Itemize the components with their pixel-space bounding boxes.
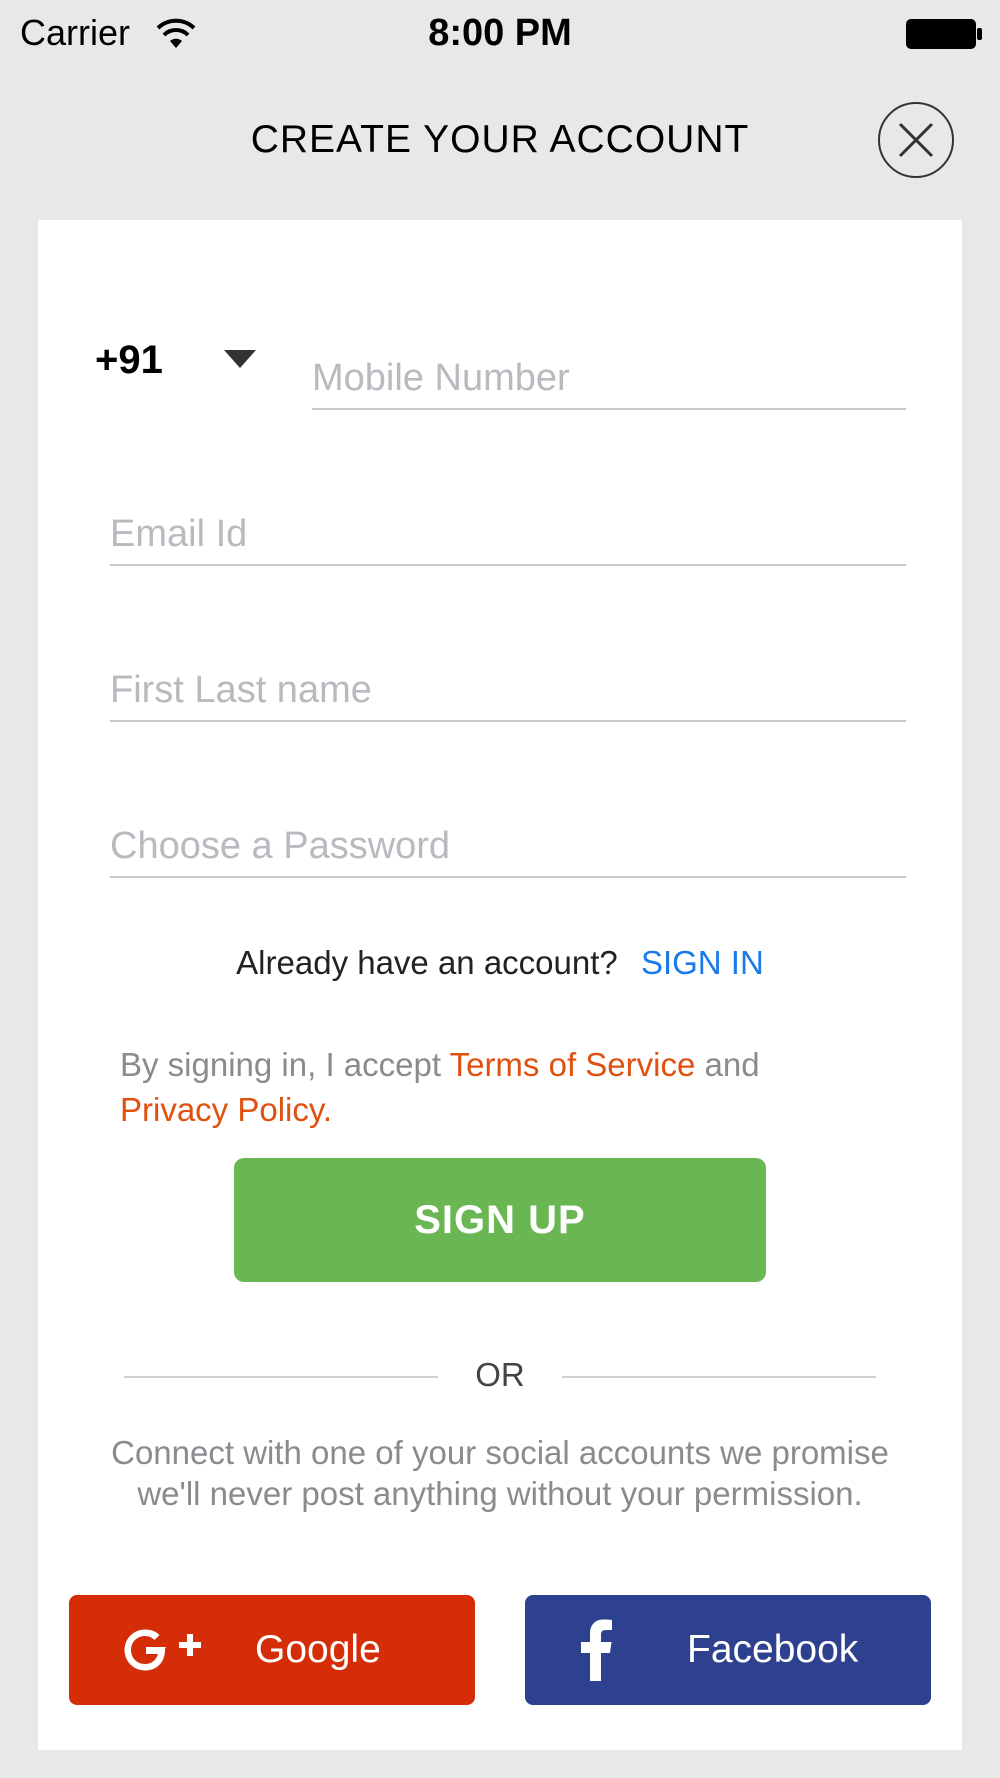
terms-text: By signing in, I accept Terms of Service… (120, 1042, 920, 1132)
mobile-number-input[interactable] (312, 348, 906, 410)
terms-middle: and (695, 1046, 760, 1083)
signin-prompt: Already have an account? (236, 944, 618, 981)
signup-button[interactable]: SIGN UP (234, 1158, 766, 1282)
page-title: CREATE YOUR ACCOUNT (250, 118, 750, 161)
google-button[interactable]: Google (69, 1595, 475, 1705)
battery-icon (906, 19, 982, 49)
google-label: Google (255, 1628, 381, 1671)
facebook-button[interactable]: Facebook (525, 1595, 931, 1705)
signup-card (38, 220, 962, 1750)
signin-link[interactable]: SIGN IN (641, 944, 764, 981)
close-icon (898, 122, 934, 158)
terms-of-service-link[interactable]: Terms of Service (450, 1046, 696, 1083)
password-input[interactable] (110, 816, 906, 878)
status-time: 8:00 PM (428, 12, 572, 54)
status-bar: Carrier 8:00 PM (0, 0, 1000, 70)
email-input[interactable] (110, 504, 906, 566)
name-input[interactable] (110, 660, 906, 722)
privacy-policy-link[interactable]: Privacy Policy. (120, 1091, 332, 1128)
terms-prefix: By signing in, I accept (120, 1046, 450, 1083)
facebook-label: Facebook (687, 1628, 859, 1671)
divider-line (562, 1376, 876, 1378)
close-button[interactable] (878, 102, 954, 178)
facebook-icon (581, 1619, 612, 1681)
signin-row: Already have an account? SIGN IN (0, 944, 1000, 982)
social-description: Connect with one of your social accounts… (111, 1434, 889, 1512)
google-plus-icon (124, 1629, 201, 1671)
or-divider-text: OR (475, 1356, 525, 1393)
country-code[interactable]: +91 (95, 338, 163, 383)
caret-down-icon[interactable] (224, 350, 256, 368)
